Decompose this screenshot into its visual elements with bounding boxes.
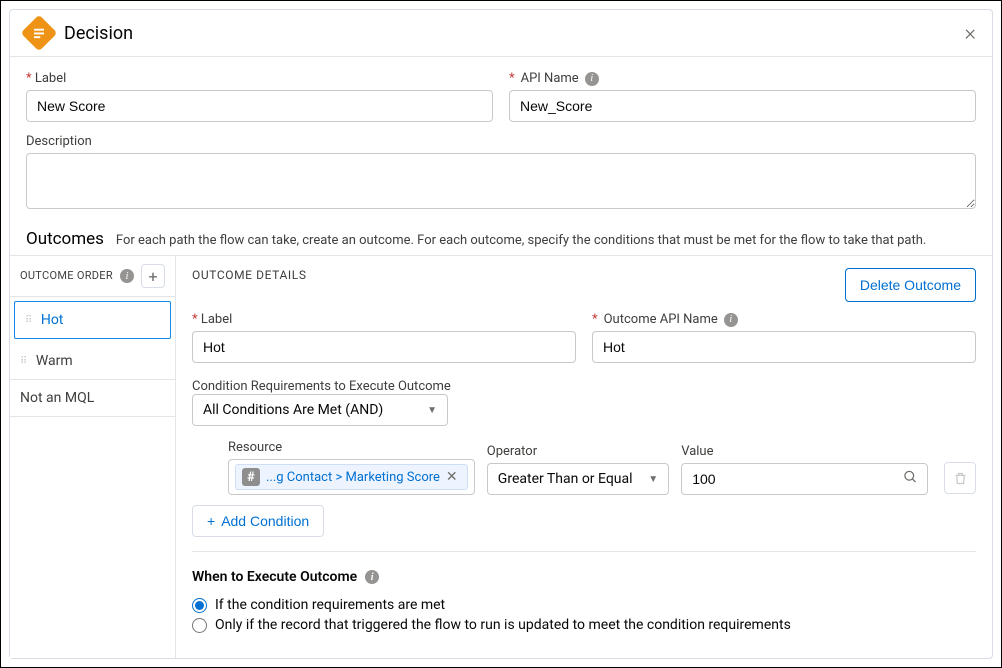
search-icon[interactable] — [903, 470, 918, 489]
sidebar-item-label: Not an MQL — [20, 390, 94, 406]
resource-pill-text: ...g Contact > Marketing Score — [266, 470, 440, 485]
outcome-api-label: * Outcome API Name i — [592, 312, 976, 327]
clear-resource-icon[interactable]: ✕ — [446, 469, 458, 485]
outcome-api-input[interactable] — [592, 331, 976, 363]
info-icon[interactable]: i — [724, 313, 738, 327]
value-input[interactable] — [681, 463, 928, 495]
outcome-details-heading: OUTCOME DETAILS — [192, 268, 307, 282]
outcome-label-input[interactable] — [192, 331, 576, 363]
info-icon[interactable]: i — [120, 269, 134, 283]
outcomes-subtext: For each path the flow can take, create … — [116, 233, 926, 248]
info-icon[interactable]: i — [365, 570, 379, 584]
outcome-order-label: OUTCOME ORDER — [20, 269, 113, 282]
outcomes-heading: Outcomes — [26, 229, 104, 249]
modal-title: Decision — [64, 23, 133, 44]
condition-requirements-select[interactable]: All Conditions Are Met (AND) ▼ — [192, 394, 448, 426]
sidebar-item-label: Hot — [41, 312, 64, 328]
radio-label: If the condition requirements are met — [215, 597, 445, 613]
sidebar-item-warm[interactable]: ⠿ Warm — [10, 343, 175, 380]
resource-column-label: Resource — [228, 440, 475, 455]
when-to-execute-heading: When to Execute Outcome i — [192, 569, 379, 585]
drag-handle-icon[interactable]: ⠿ — [20, 359, 26, 364]
delete-condition-button[interactable] — [944, 462, 976, 494]
radio-only-if-updated[interactable]: Only if the record that triggered the fl… — [192, 617, 976, 633]
hash-icon: # — [242, 468, 260, 486]
operator-column-label: Operator — [487, 444, 669, 459]
info-icon[interactable]: i — [585, 72, 599, 86]
sidebar-item-label: Warm — [36, 353, 73, 369]
delete-outcome-button[interactable]: Delete Outcome — [845, 268, 976, 302]
value-column-label: Value — [681, 444, 928, 459]
chevron-down-icon: ▼ — [648, 474, 658, 485]
description-input[interactable] — [26, 153, 976, 209]
plus-icon: + — [207, 513, 215, 529]
add-condition-label: Add Condition — [221, 513, 309, 529]
description-label: Description — [26, 134, 976, 149]
modal-header: Decision × — [10, 10, 992, 57]
chevron-down-icon: ▼ — [427, 405, 437, 416]
decision-icon — [21, 15, 58, 52]
label-field-label: * Label — [26, 71, 493, 86]
outcome-sidebar: OUTCOME ORDER i + ⠿ Hot ⠿ Warm Not an MQ… — [10, 256, 176, 658]
close-icon[interactable]: × — [964, 21, 976, 46]
api-name-label: * API Name i — [509, 71, 976, 86]
resource-input[interactable]: # ...g Contact > Marketing Score ✕ — [228, 459, 475, 495]
outcome-label-label: * Label — [192, 312, 576, 327]
radio-input[interactable] — [192, 618, 207, 633]
add-condition-button[interactable]: + Add Condition — [192, 505, 324, 537]
drag-handle-icon[interactable]: ⠿ — [25, 318, 31, 323]
operator-select[interactable]: Greater Than or Equal ▼ — [487, 463, 669, 495]
select-value: Greater Than or Equal — [498, 471, 633, 487]
sidebar-item-not-mql[interactable]: Not an MQL — [10, 380, 175, 417]
condition-requirements-label: Condition Requirements to Execute Outcom… — [192, 379, 451, 394]
add-outcome-button[interactable]: + — [141, 264, 165, 288]
radio-if-met[interactable]: If the condition requirements are met — [192, 597, 976, 613]
radio-input[interactable] — [192, 598, 207, 613]
sidebar-item-hot[interactable]: ⠿ Hot — [14, 301, 171, 339]
api-name-input[interactable] — [509, 90, 976, 122]
radio-label: Only if the record that triggered the fl… — [215, 617, 791, 633]
label-input[interactable] — [26, 90, 493, 122]
select-value: All Conditions Are Met (AND) — [203, 402, 383, 418]
